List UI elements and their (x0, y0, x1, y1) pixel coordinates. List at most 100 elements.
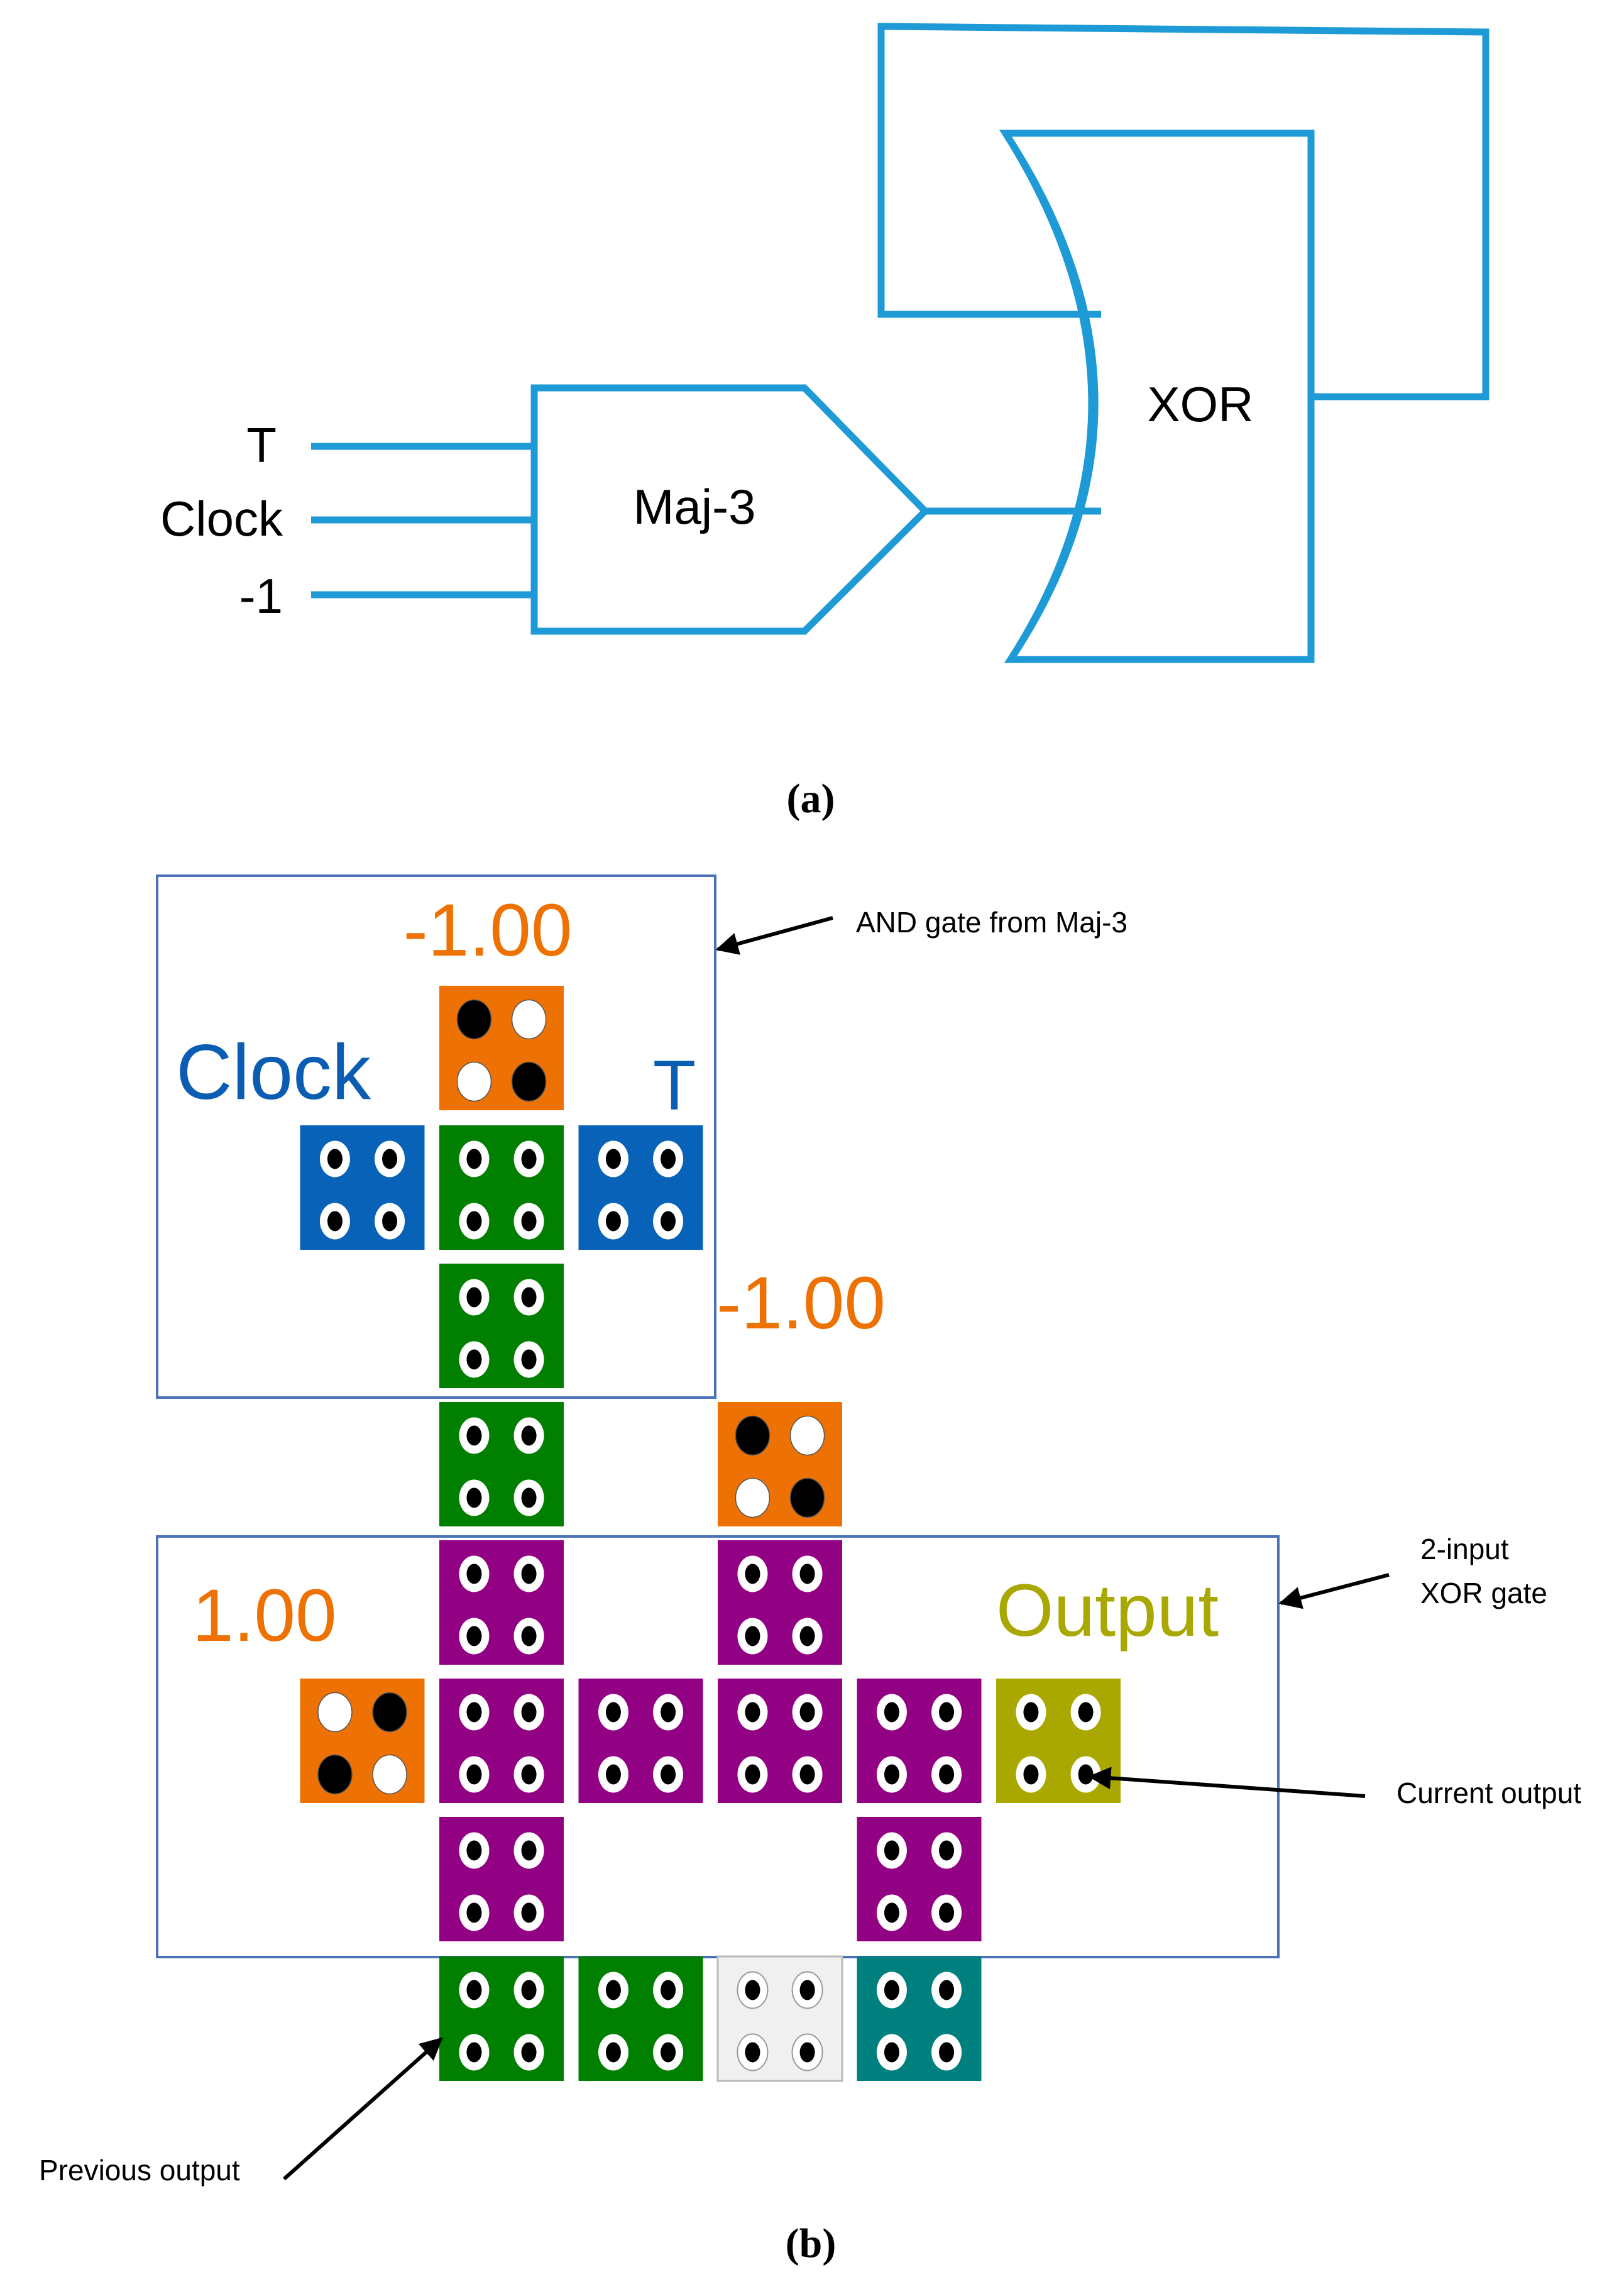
hole-center (745, 1764, 760, 1785)
hole-center (605, 1211, 621, 1232)
tile-body (578, 1956, 703, 2081)
tile-purple (439, 1540, 564, 1665)
tile-body (439, 1540, 564, 1665)
tile-body (439, 1817, 564, 1941)
white-dot (317, 1692, 353, 1733)
hole-center (939, 2042, 955, 2063)
input-label-t: T (246, 417, 277, 473)
previous-output-arrow (283, 2037, 443, 2181)
tile-body (439, 986, 564, 1110)
hole-center (799, 1564, 815, 1584)
input-label-clock: Clock (160, 491, 283, 546)
hole-center (466, 1980, 482, 2000)
hole-center (884, 1902, 899, 1923)
tile-purple (578, 1679, 703, 1803)
hole-center (466, 1487, 482, 1508)
hole-center (605, 2042, 621, 2063)
hole-center (884, 1764, 899, 1785)
hole-center (661, 1211, 676, 1232)
hole-center (661, 1149, 676, 1169)
tile-body (439, 1956, 564, 2081)
tile-light (716, 1955, 843, 2082)
figure: T Clock -1 Maj-3 XOR (a) Clock T -1.00 -… (39, 23, 1581, 2266)
hole-center (521, 1211, 537, 1232)
hole-center (327, 1149, 343, 1169)
black-dot (317, 1754, 353, 1795)
input-label-neg1: -1 (239, 568, 283, 624)
tile-green (578, 1956, 703, 2081)
tile-body (578, 1679, 703, 1803)
previous-output-annotation: Previous output (39, 2154, 240, 2187)
white-dot (456, 1061, 492, 1102)
and-gate-arrow (715, 916, 833, 955)
tile-body (996, 1679, 1121, 1803)
tile-olive (996, 1679, 1121, 1803)
tile-body (439, 1402, 564, 1526)
hole-center (466, 2042, 482, 2063)
hole-center (1023, 1764, 1039, 1785)
tile-body (718, 1540, 842, 1665)
and-side-value: -1.00 (716, 1262, 886, 1345)
hole-center (521, 1487, 537, 1508)
hole-center (939, 1980, 955, 2000)
hole-center (799, 2042, 815, 2063)
hole-center (1078, 1764, 1094, 1785)
hole-center (661, 1764, 676, 1785)
hole-center (466, 1902, 482, 1923)
hole-center (382, 1211, 398, 1232)
hole-center (939, 1702, 955, 1723)
white-dot (789, 1415, 825, 1456)
hole-center (661, 1980, 676, 2000)
xor-gate-arrow (1278, 1573, 1390, 1609)
tile-orange (718, 1402, 842, 1526)
hole-center (466, 1840, 482, 1861)
black-dot (789, 1477, 825, 1518)
tile-orange (300, 1679, 425, 1803)
current-output-arrow (1088, 1767, 1366, 1798)
black-dot (735, 1415, 771, 1456)
tile-green (439, 1125, 564, 1250)
tile-purple (439, 1679, 564, 1803)
tile-body (718, 1402, 842, 1526)
hole-center (521, 1840, 537, 1861)
and-top-value: -1.00 (403, 889, 573, 972)
tile-blue (578, 1125, 703, 1250)
black-dot (456, 999, 492, 1040)
xor-gate-annotation-line1: 2-input (1420, 1533, 1509, 1565)
hole-center (466, 1564, 482, 1584)
tile-body (439, 1125, 564, 1250)
hole-center (1078, 1702, 1094, 1723)
black-dot (511, 1061, 547, 1102)
hole-center (466, 1425, 482, 1446)
tile-teal (857, 1956, 982, 2081)
hole-center (799, 1764, 815, 1785)
hole-center (521, 1349, 537, 1370)
hole-center (939, 1764, 955, 1785)
hole-center (466, 1349, 482, 1370)
hole-center (1023, 1702, 1039, 1723)
t-label: T (653, 1046, 696, 1125)
tile-green (439, 1956, 564, 2081)
hole-center (327, 1211, 343, 1232)
hole-center (466, 1702, 482, 1723)
tile-purple (857, 1817, 982, 1941)
tile-green (439, 1264, 564, 1388)
tile-body (857, 1817, 982, 1941)
xor-left-value: 1.00 (192, 1574, 337, 1657)
hole-center (745, 2042, 760, 2063)
hole-center (521, 2042, 537, 2063)
feedback-wire (877, 23, 1490, 400)
hole-center (884, 1980, 899, 2000)
tile-purple (718, 1540, 842, 1665)
caption-a: (a) (787, 776, 835, 822)
output-label: Output (996, 1569, 1219, 1652)
hole-center (466, 1211, 482, 1232)
hole-center (466, 1626, 482, 1646)
hole-center (745, 1564, 760, 1584)
xor-gate-arc (1002, 131, 1095, 661)
hole-center (521, 1626, 537, 1646)
hole-center (605, 1764, 621, 1785)
caption-b: (b) (786, 2220, 837, 2266)
hole-center (745, 1702, 760, 1723)
hole-center (745, 1980, 760, 2000)
